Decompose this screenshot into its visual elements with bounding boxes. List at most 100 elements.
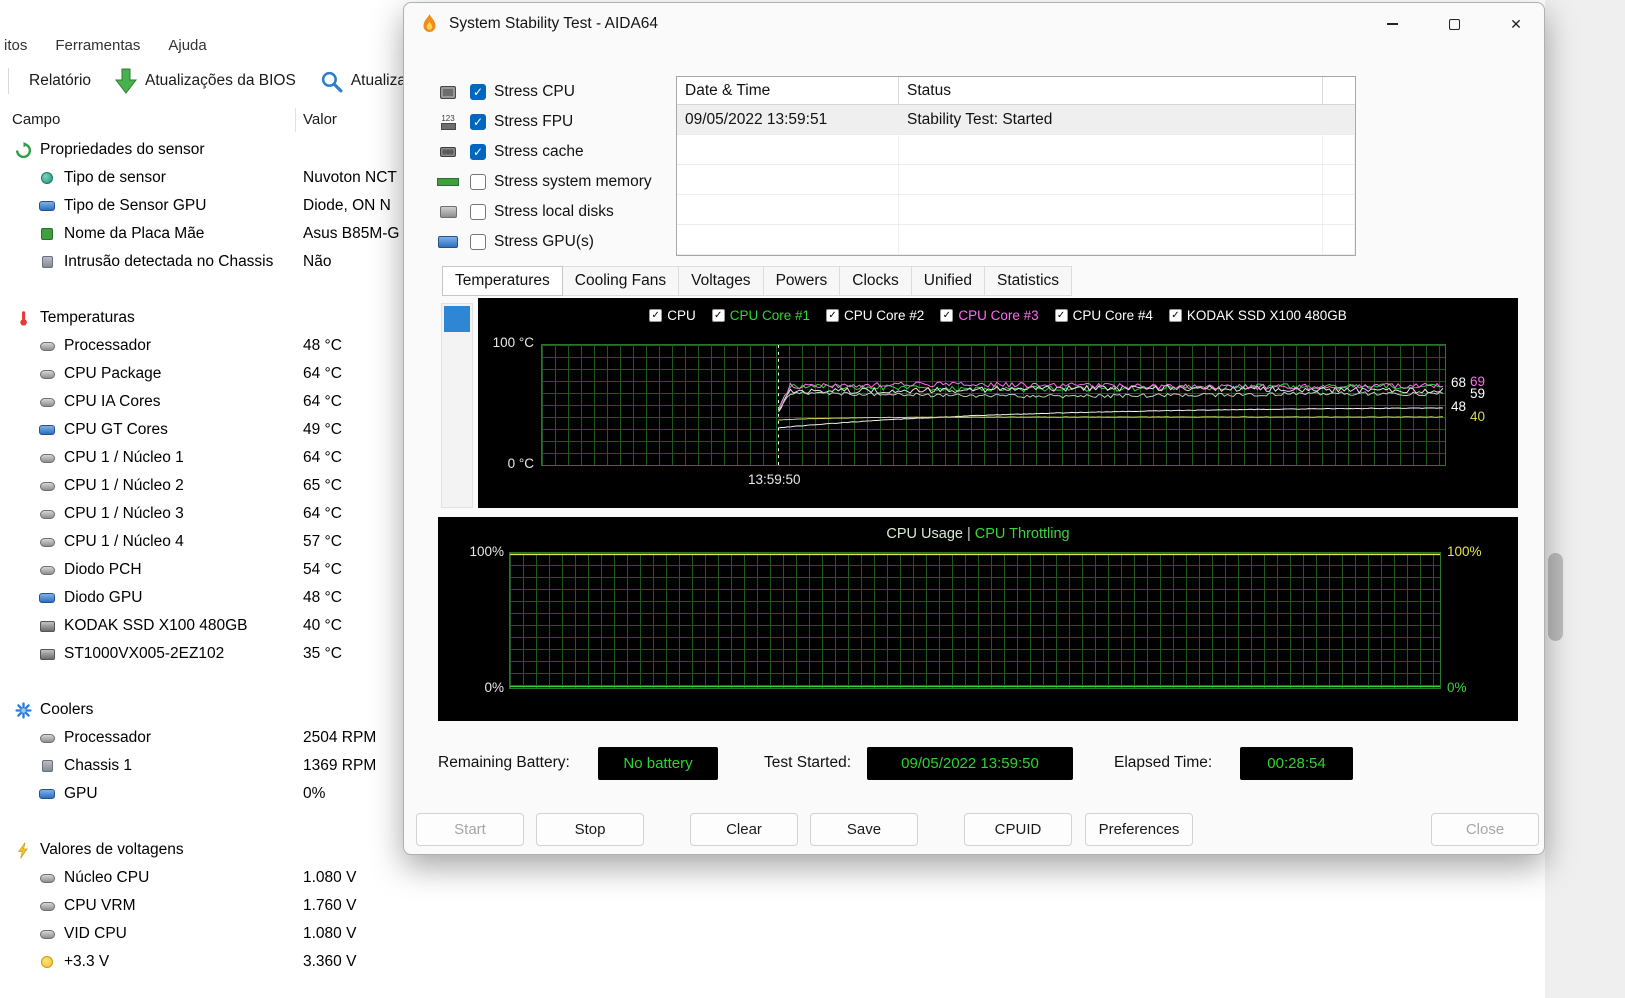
sensor-row[interactable]: ST1000VX005-2EZ102 35 °C — [0, 640, 440, 668]
update-button[interactable]: Atualiza — [351, 72, 406, 90]
preferences-button[interactable]: Preferences — [1085, 813, 1193, 846]
chart-scrollbar-thumb[interactable] — [444, 306, 470, 332]
sensor-row[interactable]: Tipo de Sensor GPU Diode, ON N — [0, 192, 440, 220]
dialog-titlebar[interactable]: System Stability Test - AIDA64 ✕ — [404, 3, 1544, 45]
remaining-battery-label: Remaining Battery: — [438, 754, 570, 771]
search-icon[interactable] — [320, 70, 343, 93]
stress-option-memory[interactable]: Stress system memory — [434, 167, 652, 197]
menu-item-ajuda[interactable]: Ajuda — [166, 35, 208, 56]
close-window-button[interactable]: ✕ — [1496, 8, 1536, 40]
report-button[interactable]: Relatório — [29, 72, 91, 90]
sensor-row[interactable]: +3.3 V 3.360 V — [0, 948, 440, 976]
stress-checkbox[interactable] — [470, 234, 486, 250]
legend-checkbox[interactable]: ✓ — [1054, 309, 1068, 322]
sensor-row[interactable]: Chassis 1 1369 RPM — [0, 752, 440, 780]
sensor-row[interactable]: CPU 1 / Núcleo 3 64 °C — [0, 500, 440, 528]
sensor-value: 64 °C — [303, 449, 342, 466]
sensor-row[interactable]: VID CPU 1.080 V — [0, 920, 440, 948]
sensor-row[interactable]: KODAK SSD X100 480GB 40 °C — [0, 612, 440, 640]
column-header-valor[interactable]: Valor — [303, 111, 337, 128]
tab-temperatures[interactable]: Temperatures — [442, 266, 563, 296]
log-column-header-date-time[interactable]: Date & Time — [677, 77, 899, 104]
sensor-row[interactable]: Processador 2504 RPM — [0, 724, 440, 752]
test-log-table: Date & Time Status 09/05/2022 13:59:51 Stab… — [676, 76, 1356, 256]
tab-cooling-fans[interactable]: Cooling Fans — [562, 266, 680, 296]
legend-checkbox[interactable]: ✓ — [711, 309, 725, 322]
maximize-button[interactable] — [1434, 8, 1474, 40]
sensor-row[interactable]: GPU 0% — [0, 780, 440, 808]
title-separator: | — [962, 526, 975, 542]
log-row[interactable]: 09/05/2022 13:59:51 Stability Test: Start… — [677, 105, 1355, 135]
aida64-flame-icon — [420, 13, 439, 35]
tab-powers[interactable]: Powers — [763, 266, 841, 296]
clear-button[interactable]: Clear — [690, 813, 798, 846]
toolbar-separator — [8, 68, 9, 94]
stress-checkbox[interactable] — [470, 204, 486, 220]
sensor-value: 2504 RPM — [303, 729, 377, 746]
temp-icon — [38, 733, 56, 743]
sensor-value: Nuvoton NCT — [303, 169, 397, 186]
section-row-temperaturas[interactable]: Temperaturas — [0, 304, 440, 332]
stress-checkbox[interactable] — [470, 174, 486, 190]
bios-updates-button[interactable]: Atualizações da BIOS — [145, 72, 296, 90]
sensor-row[interactable]: CPU VRM 1.760 V — [0, 892, 440, 920]
stress-option-cpu[interactable]: ✓ Stress CPU — [434, 77, 652, 107]
board-icon — [38, 228, 56, 240]
sensor-row[interactable]: CPU GT Cores 49 °C — [0, 416, 440, 444]
section-row-coolers[interactable]: Coolers — [0, 696, 440, 724]
sensor-row[interactable]: CPU IA Cores 64 °C — [0, 388, 440, 416]
legend-checkbox[interactable]: ✓ — [649, 309, 663, 322]
log-column-header-status[interactable]: Status — [899, 77, 1323, 104]
log-status: Stability Test: Started — [899, 105, 1323, 134]
stress-option-fpu[interactable]: 123 ✓ Stress FPU — [434, 107, 652, 137]
sensor-row[interactable]: Tipo de sensor Nuvoton NCT — [0, 164, 440, 192]
sensor-row[interactable]: CPU 1 / Núcleo 4 57 °C — [0, 528, 440, 556]
legend-checkbox[interactable]: ✓ — [826, 309, 840, 322]
temperature-chart: ✓ CPU ✓ CPU Core #1 ✓ CPU Core #2 ✓ CPU Core #3… — [478, 298, 1518, 508]
close-button[interactable]: Close — [1431, 813, 1539, 846]
tab-voltages[interactable]: Voltages — [679, 266, 764, 296]
stress-option-gpu[interactable]: Stress GPU(s) — [434, 227, 652, 257]
sensor-row[interactable]: Intrusão detectada no Chassis Não — [0, 248, 440, 276]
minimize-button[interactable] — [1372, 8, 1412, 40]
sensor-row[interactable]: CPU 1 / Núcleo 2 65 °C — [0, 472, 440, 500]
sensor-row[interactable]: Diodo PCH 54 °C — [0, 556, 440, 584]
tab-bar: Temperatures Cooling Fans Voltages Powers Cl… — [442, 266, 1073, 296]
section-row-propriedades-do-sensor[interactable]: Propriedades do sensor — [0, 136, 440, 164]
bios-download-icon[interactable] — [115, 68, 138, 94]
stress-option-disk[interactable]: Stress local disks — [434, 197, 652, 227]
stress-option-cache[interactable]: ✓ Stress cache — [434, 137, 652, 167]
stress-checkbox[interactable]: ✓ — [470, 84, 486, 100]
tab-unified[interactable]: Unified — [911, 266, 986, 296]
sensor-row[interactable]: Núcleo CPU 1.080 V — [0, 864, 440, 892]
scrollbar-thumb[interactable] — [1548, 553, 1563, 641]
chart-scrollbar[interactable] — [441, 303, 473, 508]
legend-checkbox[interactable]: ✓ — [1168, 309, 1182, 322]
menu-item-itos[interactable]: itos — [2, 35, 29, 56]
sensor-label: VID CPU — [64, 925, 127, 942]
usage-title-cpu-usage: CPU Usage — [886, 526, 963, 542]
temp-icon — [38, 341, 56, 351]
column-divider[interactable] — [295, 108, 296, 132]
table-column-headers: Campo Valor — [0, 106, 430, 134]
sensor-row[interactable]: Nome da Placa Mãe Asus B85M-G — [0, 220, 440, 248]
toolbar: Relatório Atualizações da BIOS Atualiza — [0, 62, 412, 100]
stress-checkbox[interactable]: ✓ — [470, 144, 486, 160]
stop-button[interactable]: Stop — [536, 813, 644, 846]
column-header-campo[interactable]: Campo — [12, 111, 60, 128]
cpuid-button[interactable]: CPUID — [964, 813, 1072, 846]
tab-statistics[interactable]: Statistics — [985, 266, 1073, 296]
start-button[interactable]: Start — [416, 813, 524, 846]
sensor-row[interactable]: CPU Package 64 °C — [0, 360, 440, 388]
legend-checkbox[interactable]: ✓ — [940, 309, 954, 322]
sensor-value: Diode, ON N — [303, 197, 391, 214]
sensor-row[interactable]: CPU 1 / Núcleo 1 64 °C — [0, 444, 440, 472]
sensor-row[interactable]: Diodo GPU 48 °C — [0, 584, 440, 612]
sensor-row[interactable]: Processador 48 °C — [0, 332, 440, 360]
gpu-icon — [38, 425, 56, 435]
tab-clocks[interactable]: Clocks — [840, 266, 912, 296]
save-button[interactable]: Save — [810, 813, 918, 846]
menu-item-ferramentas[interactable]: Ferramentas — [53, 35, 142, 56]
stress-checkbox[interactable]: ✓ — [470, 114, 486, 130]
section-row-valores-de-voltagens[interactable]: Valores de voltagens — [0, 836, 440, 864]
